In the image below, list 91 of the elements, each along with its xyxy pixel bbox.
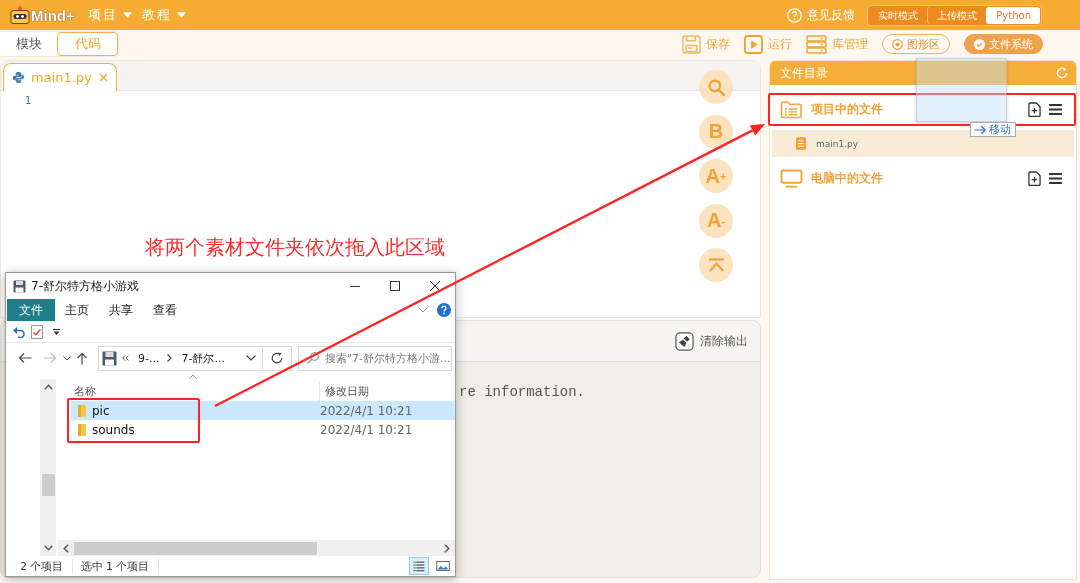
app-logo-text: Mind+	[31, 6, 75, 24]
ribbon-tab[interactable]: 主页	[55, 299, 99, 321]
drive-icon	[102, 350, 117, 366]
caret-icon	[176, 12, 186, 18]
status-text: 选中 1 个项目	[80, 558, 159, 574]
mode-tab[interactable]: 实时模式	[869, 6, 928, 24]
horizontal-scrollbar[interactable]	[58, 540, 455, 556]
document-icon	[796, 137, 806, 150]
scroll-up-icon[interactable]	[43, 384, 53, 390]
ribbon-tab[interactable]: 共享	[99, 299, 143, 321]
toolbar-button[interactable]: 运行	[744, 34, 792, 54]
monitor-icon	[780, 169, 803, 188]
robot-logo-icon	[10, 6, 30, 24]
annotation-text: 将两个素材文件夹依次拖入此区域	[145, 234, 445, 261]
minimize-icon[interactable]	[350, 285, 360, 287]
address-bar[interactable]: 9-... 7-舒尔...	[98, 345, 263, 371]
column-header[interactable]: 名称	[58, 383, 319, 399]
scroll-right-icon[interactable]	[444, 543, 450, 553]
chevron-down-icon[interactable]	[246, 355, 256, 361]
toolbar-button[interactable]: 保存	[682, 34, 730, 54]
customize-dropdown-icon[interactable]	[53, 328, 60, 335]
double-chevron-icon	[122, 355, 129, 361]
line-number: 1	[25, 94, 31, 108]
server-stack-icon	[806, 34, 827, 54]
undo-icon[interactable]	[13, 325, 25, 338]
panel-toggle-button[interactable]: 图形区	[882, 34, 950, 54]
clear-output-button[interactable]: 清除输出	[675, 331, 748, 351]
scroll-left-icon[interactable]	[63, 543, 69, 553]
search-icon	[307, 352, 319, 364]
view-tab[interactable]: 代码	[57, 32, 118, 56]
section-title[interactable]: 电脑中的文件	[811, 170, 883, 187]
mode-tab[interactable]: Python	[986, 6, 1040, 24]
editor-tab[interactable]: main1.py	[3, 63, 117, 91]
add-file-icon[interactable]	[1028, 171, 1041, 186]
menu-button[interactable]: 教程	[141, 6, 186, 24]
ribbon-tab[interactable]: 查看	[143, 299, 187, 321]
chevron-right-icon	[167, 354, 173, 362]
folder-list-icon	[780, 100, 803, 119]
chevron-down-icon[interactable]	[63, 355, 71, 361]
help-icon	[787, 7, 803, 23]
menu-icon[interactable]	[1049, 104, 1062, 115]
file-list-row[interactable]: sounds 2022/4/1 10:21	[71, 420, 455, 439]
feedback-button[interactable]: 意见反馈	[787, 6, 856, 24]
refresh-icon	[271, 352, 283, 364]
up-arrow-icon[interactable]	[76, 351, 88, 365]
menu-icon[interactable]	[1049, 173, 1062, 184]
scroll-top-icon	[707, 258, 725, 272]
file-list-row[interactable]: pic 2022/4/1 10:21	[71, 401, 455, 420]
breadcrumb-item[interactable]: 7-舒尔...	[181, 350, 225, 366]
file-type-icon	[12, 71, 25, 84]
breadcrumb-item[interactable]: 9-...	[138, 351, 160, 365]
vertical-scrollbar[interactable]	[40, 379, 56, 556]
folder-icon	[78, 404, 86, 417]
scrollbar-thumb[interactable]	[41, 474, 55, 496]
arrow-right-icon	[974, 124, 987, 135]
broom-icon	[675, 331, 694, 351]
scrollbar-thumb[interactable]	[74, 541, 317, 555]
search-icon	[707, 78, 725, 96]
output-text: re information.	[459, 384, 587, 400]
menu-button[interactable]: 项目	[87, 6, 132, 24]
help-icon[interactable]	[437, 303, 451, 317]
file-name: sounds	[92, 422, 135, 437]
maximize-icon[interactable]	[390, 281, 400, 291]
folder-icon	[78, 423, 86, 436]
section-title[interactable]: 项目中的文件	[811, 101, 883, 118]
panel-title: 文件目录	[780, 64, 828, 82]
caret-icon	[122, 12, 132, 18]
check-circle-icon	[974, 38, 985, 50]
ribbon-tab[interactable]: 文件	[7, 299, 55, 321]
close-icon[interactable]	[430, 281, 440, 291]
scroll-down-icon[interactable]	[43, 545, 53, 551]
modified-date: 2022/4/1 10:21	[320, 422, 413, 437]
toolbar-button[interactable]: 库管理	[806, 34, 868, 54]
back-arrow-icon[interactable]	[18, 352, 32, 364]
add-file-icon[interactable]	[1028, 102, 1041, 117]
editor-tool-button[interactable]: A$^{+}$	[699, 159, 733, 193]
modified-date: 2022/4/1 10:21	[320, 403, 413, 418]
status-text: 2 个项目	[20, 558, 73, 574]
radio-ring-icon	[892, 38, 903, 50]
details-view-icon[interactable]	[409, 557, 429, 575]
window-title: 7-舒尔特方格小游戏	[31, 277, 139, 295]
view-tab[interactable]: 模块	[0, 32, 57, 56]
refresh-button[interactable]	[263, 345, 292, 371]
editor-tool-button[interactable]: B	[699, 114, 733, 149]
search-field[interactable]: 搜索"7-舒尔特方格小游...	[298, 345, 452, 371]
sort-caret-icon	[189, 374, 197, 379]
editor-tool-button[interactable]: A$^{-}$	[699, 203, 733, 238]
properties-icon[interactable]	[31, 324, 43, 339]
play-icon	[744, 34, 763, 54]
file-name: pic	[92, 403, 110, 418]
panel-toggle-button[interactable]: 文件系统	[964, 34, 1043, 54]
